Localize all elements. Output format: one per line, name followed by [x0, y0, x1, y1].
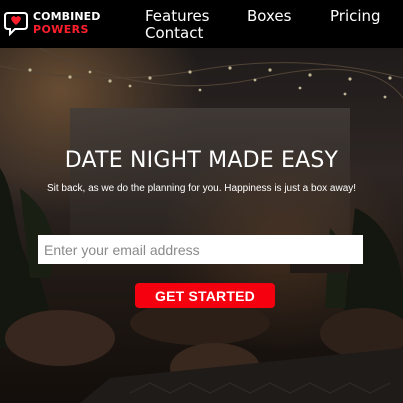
- speech-bubble-heart-icon: [4, 12, 28, 36]
- email-input[interactable]: [38, 235, 363, 264]
- brand-logo[interactable]: COMBINED POWERS: [4, 8, 104, 38]
- hero-background-image: [0, 48, 403, 403]
- nav-link-contact[interactable]: Contact: [145, 24, 203, 42]
- brand-name-line1: COMBINED: [33, 10, 101, 23]
- site-header: COMBINED POWERS Features Boxes Pricing C…: [0, 0, 403, 48]
- hero-title: DATE NIGHT MADE EASY: [64, 148, 339, 173]
- brand-name-line2: POWERS: [33, 23, 89, 36]
- get-started-button[interactable]: GET STARTED: [135, 283, 275, 308]
- nav-link-features[interactable]: Features: [145, 7, 210, 25]
- hero-subtitle: Sit back, as we do the planning for you.…: [46, 183, 357, 194]
- hero-section: DATE NIGHT MADE EASY Sit back, as we do …: [0, 48, 403, 403]
- nav-link-pricing[interactable]: Pricing: [330, 7, 381, 25]
- nav-link-boxes[interactable]: Boxes: [247, 7, 291, 25]
